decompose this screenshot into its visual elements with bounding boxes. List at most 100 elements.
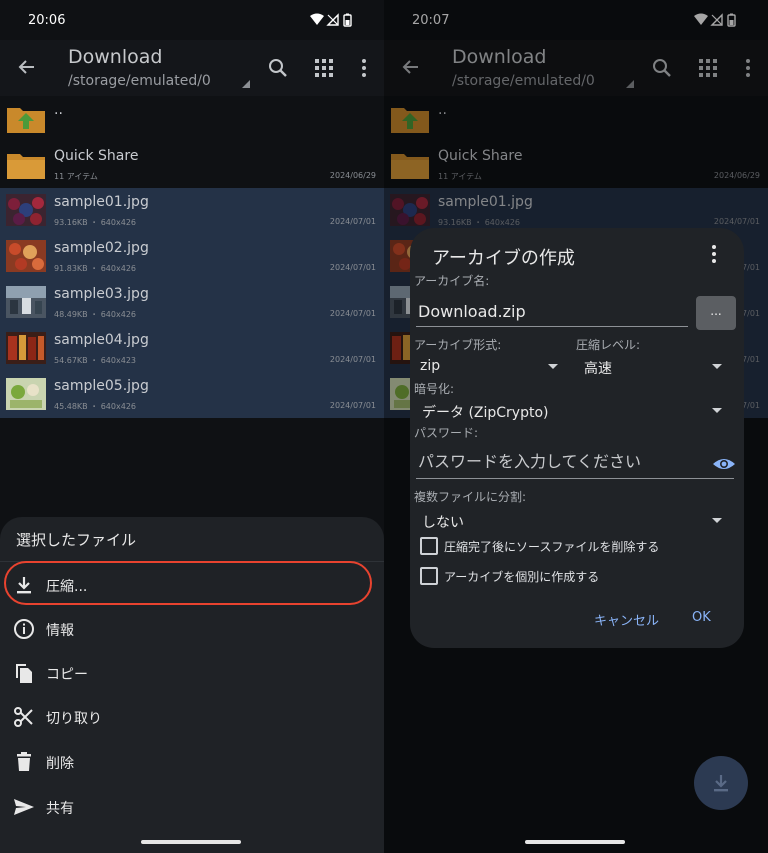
delete-source-checkbox[interactable] [420,537,438,555]
left-screen: 20:06 Download /storage/emulated/0 .. Qu… [0,0,384,853]
menu-item-compress[interactable]: 圧縮... [0,563,384,607]
encryption-select[interactable]: データ (ZipCrypto) [410,398,726,424]
list-item-parent[interactable]: .. [0,96,384,142]
sheet-title: 選択したファイル [16,531,137,549]
menu-item-cut[interactable]: 切り取り [0,695,384,739]
archive-name-value: Download.zip [418,302,526,321]
file-date: 2024/07/01 [329,309,376,318]
encryption-label: 暗号化: [414,382,455,396]
password-label: パスワード: [414,426,479,440]
menu-item-share[interactable]: 共有 [0,785,384,829]
menu-item-delete[interactable]: 削除 [0,740,384,784]
file-meta: 91.83KB ・ 640x426 [54,264,136,273]
more-vert-icon[interactable] [352,56,376,80]
password-input[interactable] [418,452,698,471]
chevron-down-icon [712,408,722,413]
extract-fab[interactable] [694,756,748,810]
file-meta: 45.48KB ・ 640x426 [54,402,136,411]
menu-item-label: 圧縮... [46,579,88,595]
split-label: 複数ファイルに分割: [414,490,527,504]
create-archive-dialog: アーカイブの作成 アーカイブ名: Download.zip ... アーカイブ形… [410,228,744,648]
menu-item-copy[interactable]: コピー [0,651,384,695]
menu-item-label: 共有 [46,801,74,817]
level-value: 高速 [584,361,612,377]
image-thumbnail [6,240,46,272]
app-bar: Download /storage/emulated/0 [0,40,384,96]
folder-icon [7,154,45,179]
file-meta: 48.49KB ・ 640x426 [54,310,136,319]
status-icons [310,13,352,27]
file-date: 2024/07/01 [329,263,376,272]
split-value: しない [422,515,464,531]
menu-item-label: 削除 [46,756,74,772]
dialog-title: アーカイブの作成 [432,248,575,269]
separate-archives-checkbox[interactable] [420,567,438,585]
image-thumbnail [6,378,46,410]
right-screen: 20:07 Download /storage/emulated/0 .. Qu… [384,0,768,853]
file-date: 2024/06/29 [329,171,376,180]
format-select[interactable]: zip [410,354,560,380]
file-meta: 93.16KB ・ 640x426 [54,218,136,227]
list-item-image[interactable]: sample05.jpg 45.48KB ・ 640x426 2024/07/0… [0,372,384,418]
menu-item-label: 情報 [46,623,74,639]
ok-button[interactable]: OK [692,610,711,625]
delete-icon [17,752,31,771]
menu-item-info[interactable]: 情報 [0,607,384,651]
archive-name-label: アーカイブ名: [414,274,490,288]
search-icon[interactable] [266,56,290,80]
level-select[interactable]: 高速 [576,354,726,380]
info-icon [14,619,34,639]
file-name: sample01.jpg [54,194,149,210]
file-name: sample04.jpg [54,332,149,348]
delete-source-label: 圧縮完了後にソースファイルを削除する [444,540,660,554]
level-label: 圧縮レベル: [576,338,641,352]
cancel-button[interactable]: キャンセル [594,610,659,629]
folder-title: Download [68,46,163,68]
chevron-down-icon [712,518,722,523]
file-name: Quick Share [54,148,139,164]
file-date: 2024/07/01 [329,355,376,364]
chevron-down-icon [712,364,722,369]
list-item-image[interactable]: sample04.jpg 54.67KB ・ 640x423 2024/07/0… [0,326,384,372]
gesture-nav-bar[interactable] [141,840,241,844]
share-icon [14,799,34,815]
menu-item-label: コピー [46,667,88,683]
download-icon [714,775,728,792]
cut-icon [14,707,33,727]
eye-icon[interactable] [712,454,736,474]
status-time: 20:06 [28,13,66,28]
list-item-folder[interactable]: Quick Share 11 アイテム 2024/06/29 [0,142,384,188]
archive-name-field[interactable]: Download.zip [416,296,688,327]
divider [0,561,384,562]
folder-path[interactable]: /storage/emulated/0 [68,73,211,89]
file-date: 2024/07/01 [329,217,376,226]
image-thumbnail [6,286,46,318]
file-name: .. [54,102,63,118]
browse-button[interactable]: ... [696,296,736,330]
image-thumbnail [6,332,46,364]
grid-view-icon[interactable] [312,56,336,80]
chevron-down-icon [548,364,558,369]
image-thumbnail [6,194,46,226]
file-name: sample02.jpg [54,240,149,256]
file-date: 2024/07/01 [329,401,376,410]
file-meta: 54.67KB ・ 640x423 [54,356,136,365]
compress-icon [17,577,31,594]
list-item-image[interactable]: sample03.jpg 48.49KB ・ 640x426 2024/07/0… [0,280,384,326]
password-field[interactable] [416,448,734,479]
gesture-nav-bar[interactable] [525,840,625,844]
path-dropdown-icon[interactable] [242,80,250,88]
more-vert-icon[interactable] [704,242,724,266]
menu-item-label: 切り取り [46,711,102,727]
encryption-value: データ (ZipCrypto) [422,405,549,421]
copy-icon [16,664,32,683]
list-item-image[interactable]: sample02.jpg 91.83KB ・ 640x426 2024/07/0… [0,234,384,280]
format-label: アーカイブ形式: [414,338,502,352]
list-item-image[interactable]: sample01.jpg 93.16KB ・ 640x426 2024/07/0… [0,188,384,234]
file-name: sample03.jpg [54,286,149,302]
separate-archives-label: アーカイブを個別に作成する [444,570,600,584]
folder-up-icon [7,108,45,133]
split-select[interactable]: しない [410,508,726,534]
file-list: .. Quick Share 11 アイテム 2024/06/29 sample… [0,96,384,418]
back-arrow-icon[interactable] [14,54,40,80]
